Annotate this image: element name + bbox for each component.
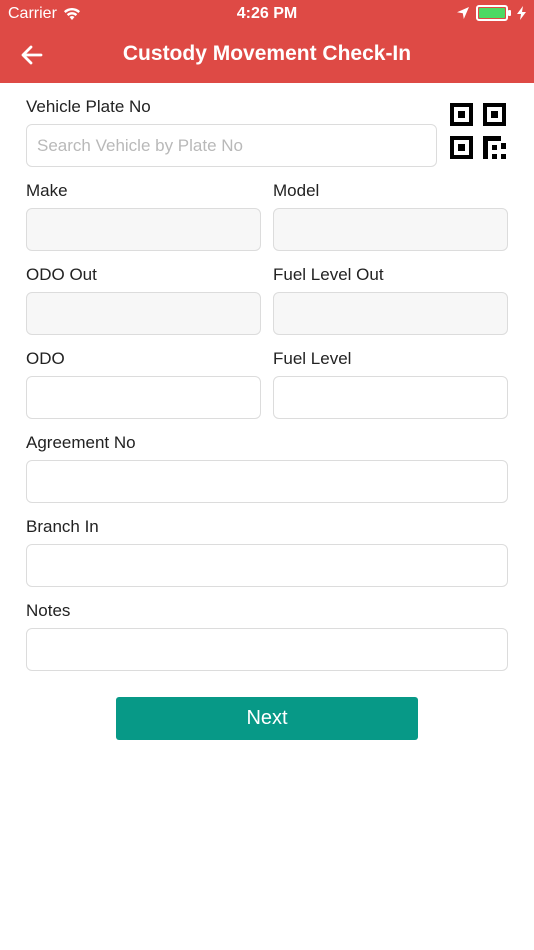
qr-scan-button[interactable] <box>448 102 508 160</box>
agreement-no-input[interactable] <box>26 460 508 503</box>
agreement-no-label: Agreement No <box>26 433 136 452</box>
make-label: Make <box>26 181 68 200</box>
branch-in-label: Branch In <box>26 517 99 536</box>
branch-in-input[interactable] <box>26 544 508 587</box>
battery-fill <box>479 8 505 18</box>
odo-label: ODO <box>26 349 65 368</box>
fuel-level-input[interactable] <box>273 376 508 419</box>
notes-label: Notes <box>26 601 71 620</box>
fuel-level-label: Fuel Level <box>273 349 352 368</box>
status-time: 4:26 PM <box>236 5 298 22</box>
fuel-level-out-label: Fuel Level Out <box>273 265 384 284</box>
model-label: Model <box>273 181 320 200</box>
page-title: Custody Movement Check-In <box>122 42 412 65</box>
qr-code-icon <box>450 103 506 159</box>
next-button[interactable]: Next <box>116 697 418 740</box>
nav-bar: Custody Movement Check-In <box>0 28 534 83</box>
app-header: Carrier 4:26 PM Custody Movement Check-I… <box>0 0 534 83</box>
odo-input[interactable] <box>26 376 261 419</box>
odo-out-field <box>26 292 261 335</box>
fuel-level-out-field <box>273 292 508 335</box>
vehicle-plate-label: Vehicle Plate No <box>26 97 151 116</box>
vehicle-plate-search-input[interactable] <box>26 124 437 167</box>
location-arrow-icon <box>457 7 469 19</box>
status-right <box>456 5 526 21</box>
battery-icon <box>476 5 511 21</box>
model-field <box>273 208 508 251</box>
status-bar: Carrier 4:26 PM <box>0 0 534 28</box>
charging-bolt-icon <box>517 6 526 20</box>
make-field <box>26 208 261 251</box>
notes-input[interactable] <box>26 628 508 671</box>
odo-out-label: ODO Out <box>26 265 97 284</box>
